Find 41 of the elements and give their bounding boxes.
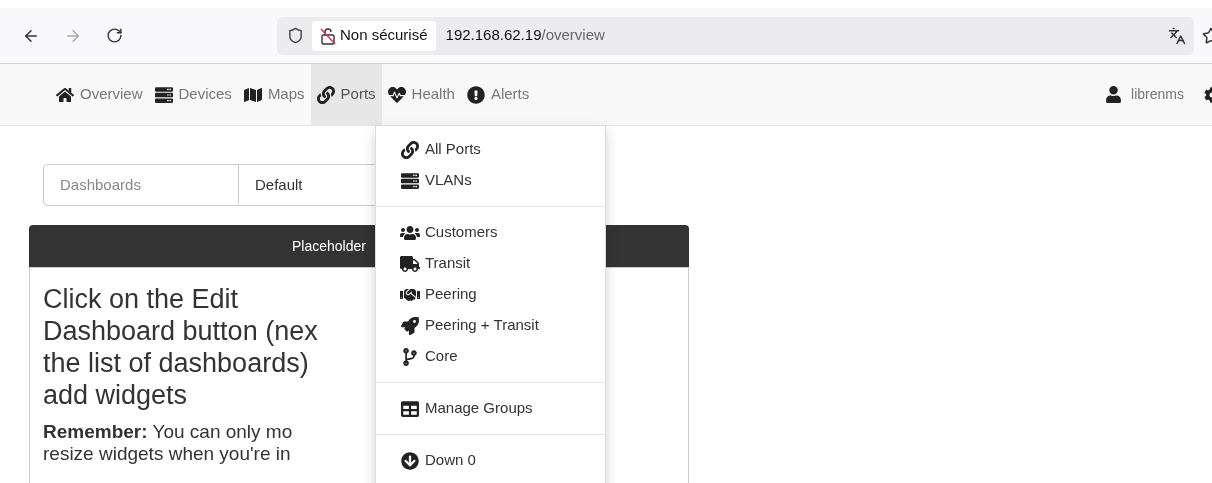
nav-item[interactable]: Maps [237, 64, 311, 125]
widget-heading-line: Click on the Edit [43, 283, 239, 315]
menu-item[interactable]: Down 0 [376, 445, 605, 476]
menu-item[interactable]: Core [376, 341, 605, 372]
user-icon [1105, 86, 1123, 103]
truck-icon [400, 254, 420, 273]
reload-icon[interactable] [106, 27, 123, 44]
widget-note-line: Remember: You can only mo [43, 421, 293, 443]
menu-item[interactable]: Manage Groups [376, 393, 605, 424]
grid-icon [400, 399, 420, 418]
server-icon [400, 171, 420, 190]
link-icon [400, 140, 420, 159]
rocket-icon [400, 316, 420, 335]
user-menu[interactable]: librenms [1105, 64, 1204, 125]
dashboards-label: Dashboards [43, 164, 239, 206]
widget-heading-line: Dashboard button (nex [43, 315, 318, 347]
address-bar[interactable]: Non sécurisé 192.168.62.19/overview [277, 16, 1194, 55]
nav-item[interactable]: Ports [310, 64, 382, 125]
unlocked-icon [320, 26, 336, 45]
nav-item[interactable]: Overview [50, 64, 149, 125]
menu-item[interactable]: Peering [376, 279, 605, 310]
map-icon [243, 85, 262, 104]
exclamation-icon [466, 85, 485, 104]
users-icon [400, 223, 420, 242]
widget-heading-line: add widgets [43, 379, 188, 411]
widget-note-line: resize widgets when you're in [43, 443, 291, 465]
shield-icon [287, 27, 304, 44]
nav-item[interactable]: Alerts [460, 64, 536, 125]
heartbeat-icon [387, 85, 406, 104]
nav-item[interactable]: Health [381, 64, 461, 125]
server-icon [154, 85, 173, 104]
translate-icon[interactable] [1168, 26, 1186, 45]
menu-item[interactable]: All Ports [376, 134, 605, 165]
url-text: 192.168.62.19/overview [445, 25, 605, 46]
link-icon [316, 85, 335, 104]
nav-item[interactable]: Devices [148, 64, 238, 125]
security-badge[interactable]: Non sécurisé [312, 20, 436, 51]
menu-item[interactable]: Peering + Transit [376, 310, 605, 341]
home-icon [56, 85, 74, 104]
branch-icon [400, 347, 420, 366]
widget-heading-line: the list of dashboards) [43, 347, 309, 379]
